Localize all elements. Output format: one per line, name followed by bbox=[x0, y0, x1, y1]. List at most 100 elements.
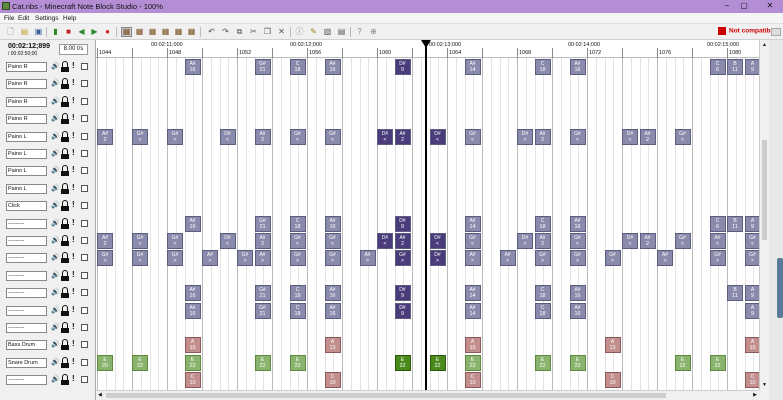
select-layer-checkbox[interactable] bbox=[81, 289, 88, 297]
solo-icon[interactable]: ! bbox=[72, 113, 75, 122]
solo-icon[interactable]: ! bbox=[72, 339, 75, 348]
solo-icon[interactable]: ! bbox=[72, 252, 75, 261]
note-block[interactable]: D# < bbox=[517, 233, 533, 249]
solo-icon[interactable]: ! bbox=[72, 270, 75, 279]
select-layer-checkbox[interactable] bbox=[81, 184, 88, 192]
playhead[interactable] bbox=[425, 40, 428, 390]
layer-name-field[interactable]: --------- bbox=[6, 270, 47, 281]
fast-forward-icon[interactable]: ▶ bbox=[89, 27, 100, 37]
volume-icon[interactable]: 🔊 bbox=[51, 166, 60, 174]
layer-name-field[interactable]: Paino L bbox=[6, 149, 47, 159]
note-block[interactable]: A# > bbox=[202, 250, 218, 267]
layer-name-field[interactable]: Paino R bbox=[6, 79, 47, 90]
lock-icon[interactable] bbox=[61, 374, 69, 386]
note-block[interactable]: C 10 bbox=[324, 372, 341, 389]
note-block[interactable]: C 18 bbox=[534, 59, 551, 75]
note-block[interactable]: A# 14 bbox=[464, 302, 481, 319]
solo-icon[interactable]: ! bbox=[72, 322, 75, 331]
note-block[interactable]: G# < bbox=[744, 233, 759, 249]
note-block[interactable]: C 18 bbox=[289, 215, 306, 232]
note-block[interactable]: A# 14 bbox=[464, 59, 481, 75]
note-grid[interactable]: 1044 1048 1052 1056 1060 1064 1068 1072 1076 1080… bbox=[96, 40, 759, 390]
lock-icon[interactable] bbox=[61, 322, 69, 333]
layer-name-field[interactable]: --------- bbox=[6, 305, 47, 316]
note-block[interactable]: A# 2 bbox=[254, 233, 271, 249]
note-block[interactable]: E 20 bbox=[97, 354, 113, 371]
layer-name-field[interactable]: --------- bbox=[6, 218, 47, 229]
scroll-thumb[interactable] bbox=[762, 140, 767, 240]
note-block[interactable]: G# > bbox=[167, 250, 183, 267]
scroll-up-icon[interactable]: ▲ bbox=[762, 42, 767, 48]
note-block[interactable]: C 10 bbox=[464, 372, 481, 389]
volume-icon[interactable]: 🔊 bbox=[51, 132, 60, 140]
solo-icon[interactable]: ! bbox=[72, 218, 75, 227]
note-block[interactable]: A# > bbox=[254, 250, 271, 267]
note-block[interactable]: G# > bbox=[394, 250, 411, 267]
volume-icon[interactable]: 🔊 bbox=[51, 358, 60, 366]
select-layer-checkbox[interactable] bbox=[81, 63, 88, 70]
note-block[interactable]: G# < bbox=[132, 128, 148, 145]
lock-icon[interactable] bbox=[61, 61, 69, 72]
volume-icon[interactable]: 🔊 bbox=[51, 253, 60, 261]
info-icon[interactable]: ⓘ bbox=[294, 27, 305, 37]
note-block[interactable]: G# > bbox=[97, 250, 113, 267]
select-layer-checkbox[interactable] bbox=[81, 306, 88, 314]
note-block[interactable]: A 15 bbox=[184, 337, 201, 354]
layer-name-field[interactable]: Click bbox=[6, 201, 47, 212]
volume-icon[interactable]: 🔊 bbox=[51, 375, 60, 383]
note-block[interactable]: D# 9 bbox=[394, 215, 411, 232]
save-file-icon[interactable]: ▣ bbox=[33, 27, 44, 37]
volume-icon[interactable]: 🔊 bbox=[51, 340, 60, 348]
solo-icon[interactable]: ! bbox=[72, 148, 75, 157]
note-block[interactable]: A# 2 bbox=[97, 128, 113, 145]
select-all-icon[interactable]: ⧉ bbox=[234, 27, 245, 37]
note-block[interactable]: A9 bbox=[744, 215, 759, 232]
note-block[interactable]: E 22 bbox=[674, 354, 691, 371]
lock-icon[interactable] bbox=[61, 182, 69, 194]
note-block[interactable]: E 22 bbox=[394, 354, 411, 371]
note-block[interactable]: G# > bbox=[132, 250, 148, 267]
note-block[interactable]: A# > bbox=[657, 250, 673, 267]
select-layer-checkbox[interactable] bbox=[81, 97, 88, 105]
note-block[interactable]: G# > bbox=[534, 250, 551, 267]
note-block[interactable]: A# 16 bbox=[324, 59, 341, 75]
note-block[interactable]: A# 16 bbox=[569, 59, 586, 75]
cut-icon[interactable]: ✂ bbox=[248, 27, 259, 37]
note-block[interactable]: G# > bbox=[744, 250, 759, 267]
note-block[interactable]: D# < bbox=[377, 128, 393, 145]
minimize-button[interactable]: – bbox=[720, 1, 734, 10]
note-block[interactable]: A# 14 bbox=[464, 215, 481, 232]
solo-icon[interactable]: ! bbox=[72, 287, 75, 296]
midi-devices-icon[interactable]: ▤ bbox=[336, 27, 347, 37]
lock-icon[interactable] bbox=[61, 217, 69, 229]
note-block[interactable]: B 11 bbox=[727, 59, 743, 75]
note-block[interactable]: G# < bbox=[324, 128, 341, 145]
note-block[interactable]: G# < bbox=[167, 128, 183, 145]
note-block[interactable]: A# < bbox=[709, 233, 726, 249]
select-layer-checkbox[interactable] bbox=[81, 358, 88, 366]
volume-icon[interactable]: 🔊 bbox=[51, 184, 60, 192]
note-block[interactable]: A# 16 bbox=[324, 215, 341, 232]
note-block[interactable]: D# > bbox=[429, 250, 446, 267]
note-block[interactable]: A# 2 bbox=[97, 233, 113, 249]
lock-icon[interactable] bbox=[61, 130, 69, 142]
note-block[interactable]: A# 2 bbox=[394, 233, 411, 249]
undo-icon[interactable]: ↶ bbox=[206, 27, 217, 37]
note-block[interactable]: G# < bbox=[464, 128, 481, 145]
solo-icon[interactable]: ! bbox=[72, 357, 75, 366]
note-block[interactable]: E 22 bbox=[429, 354, 446, 371]
scroll-thumb[interactable] bbox=[106, 393, 666, 398]
note-block[interactable]: A# 2 bbox=[254, 128, 271, 145]
note-block[interactable]: A9 bbox=[744, 285, 759, 302]
layer-name-field[interactable]: Snare Drum bbox=[6, 357, 47, 368]
volume-icon[interactable]: 🔊 bbox=[51, 149, 60, 157]
select-layer-checkbox[interactable] bbox=[81, 115, 88, 123]
volume-icon[interactable]: 🔊 bbox=[51, 62, 60, 70]
note-block[interactable]: G# < bbox=[569, 128, 586, 145]
note-block[interactable]: E 22 bbox=[184, 354, 201, 371]
note-block[interactable]: G# < bbox=[132, 233, 148, 249]
note-block[interactable]: D# < bbox=[622, 128, 638, 145]
note-block[interactable]: A# > bbox=[359, 250, 376, 267]
lock-icon[interactable] bbox=[61, 95, 69, 107]
instrument-scroll-button[interactable] bbox=[771, 28, 781, 36]
